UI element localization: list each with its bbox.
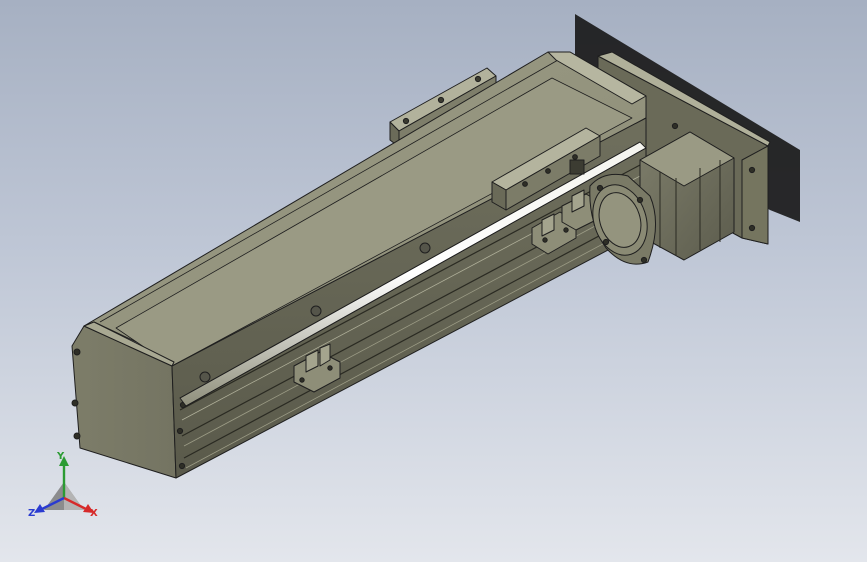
- y-axis-label: Y: [57, 451, 65, 462]
- x-axis-label: X: [90, 508, 98, 519]
- graphics-viewport[interactable]: X Y Z: [0, 0, 867, 562]
- view-orientation-triad[interactable]: X Y Z: [28, 448, 108, 528]
- linear-actuator-model[interactable]: [0, 0, 867, 562]
- z-axis-label: Z: [28, 508, 36, 519]
- actuator-body[interactable]: [71, 51, 647, 479]
